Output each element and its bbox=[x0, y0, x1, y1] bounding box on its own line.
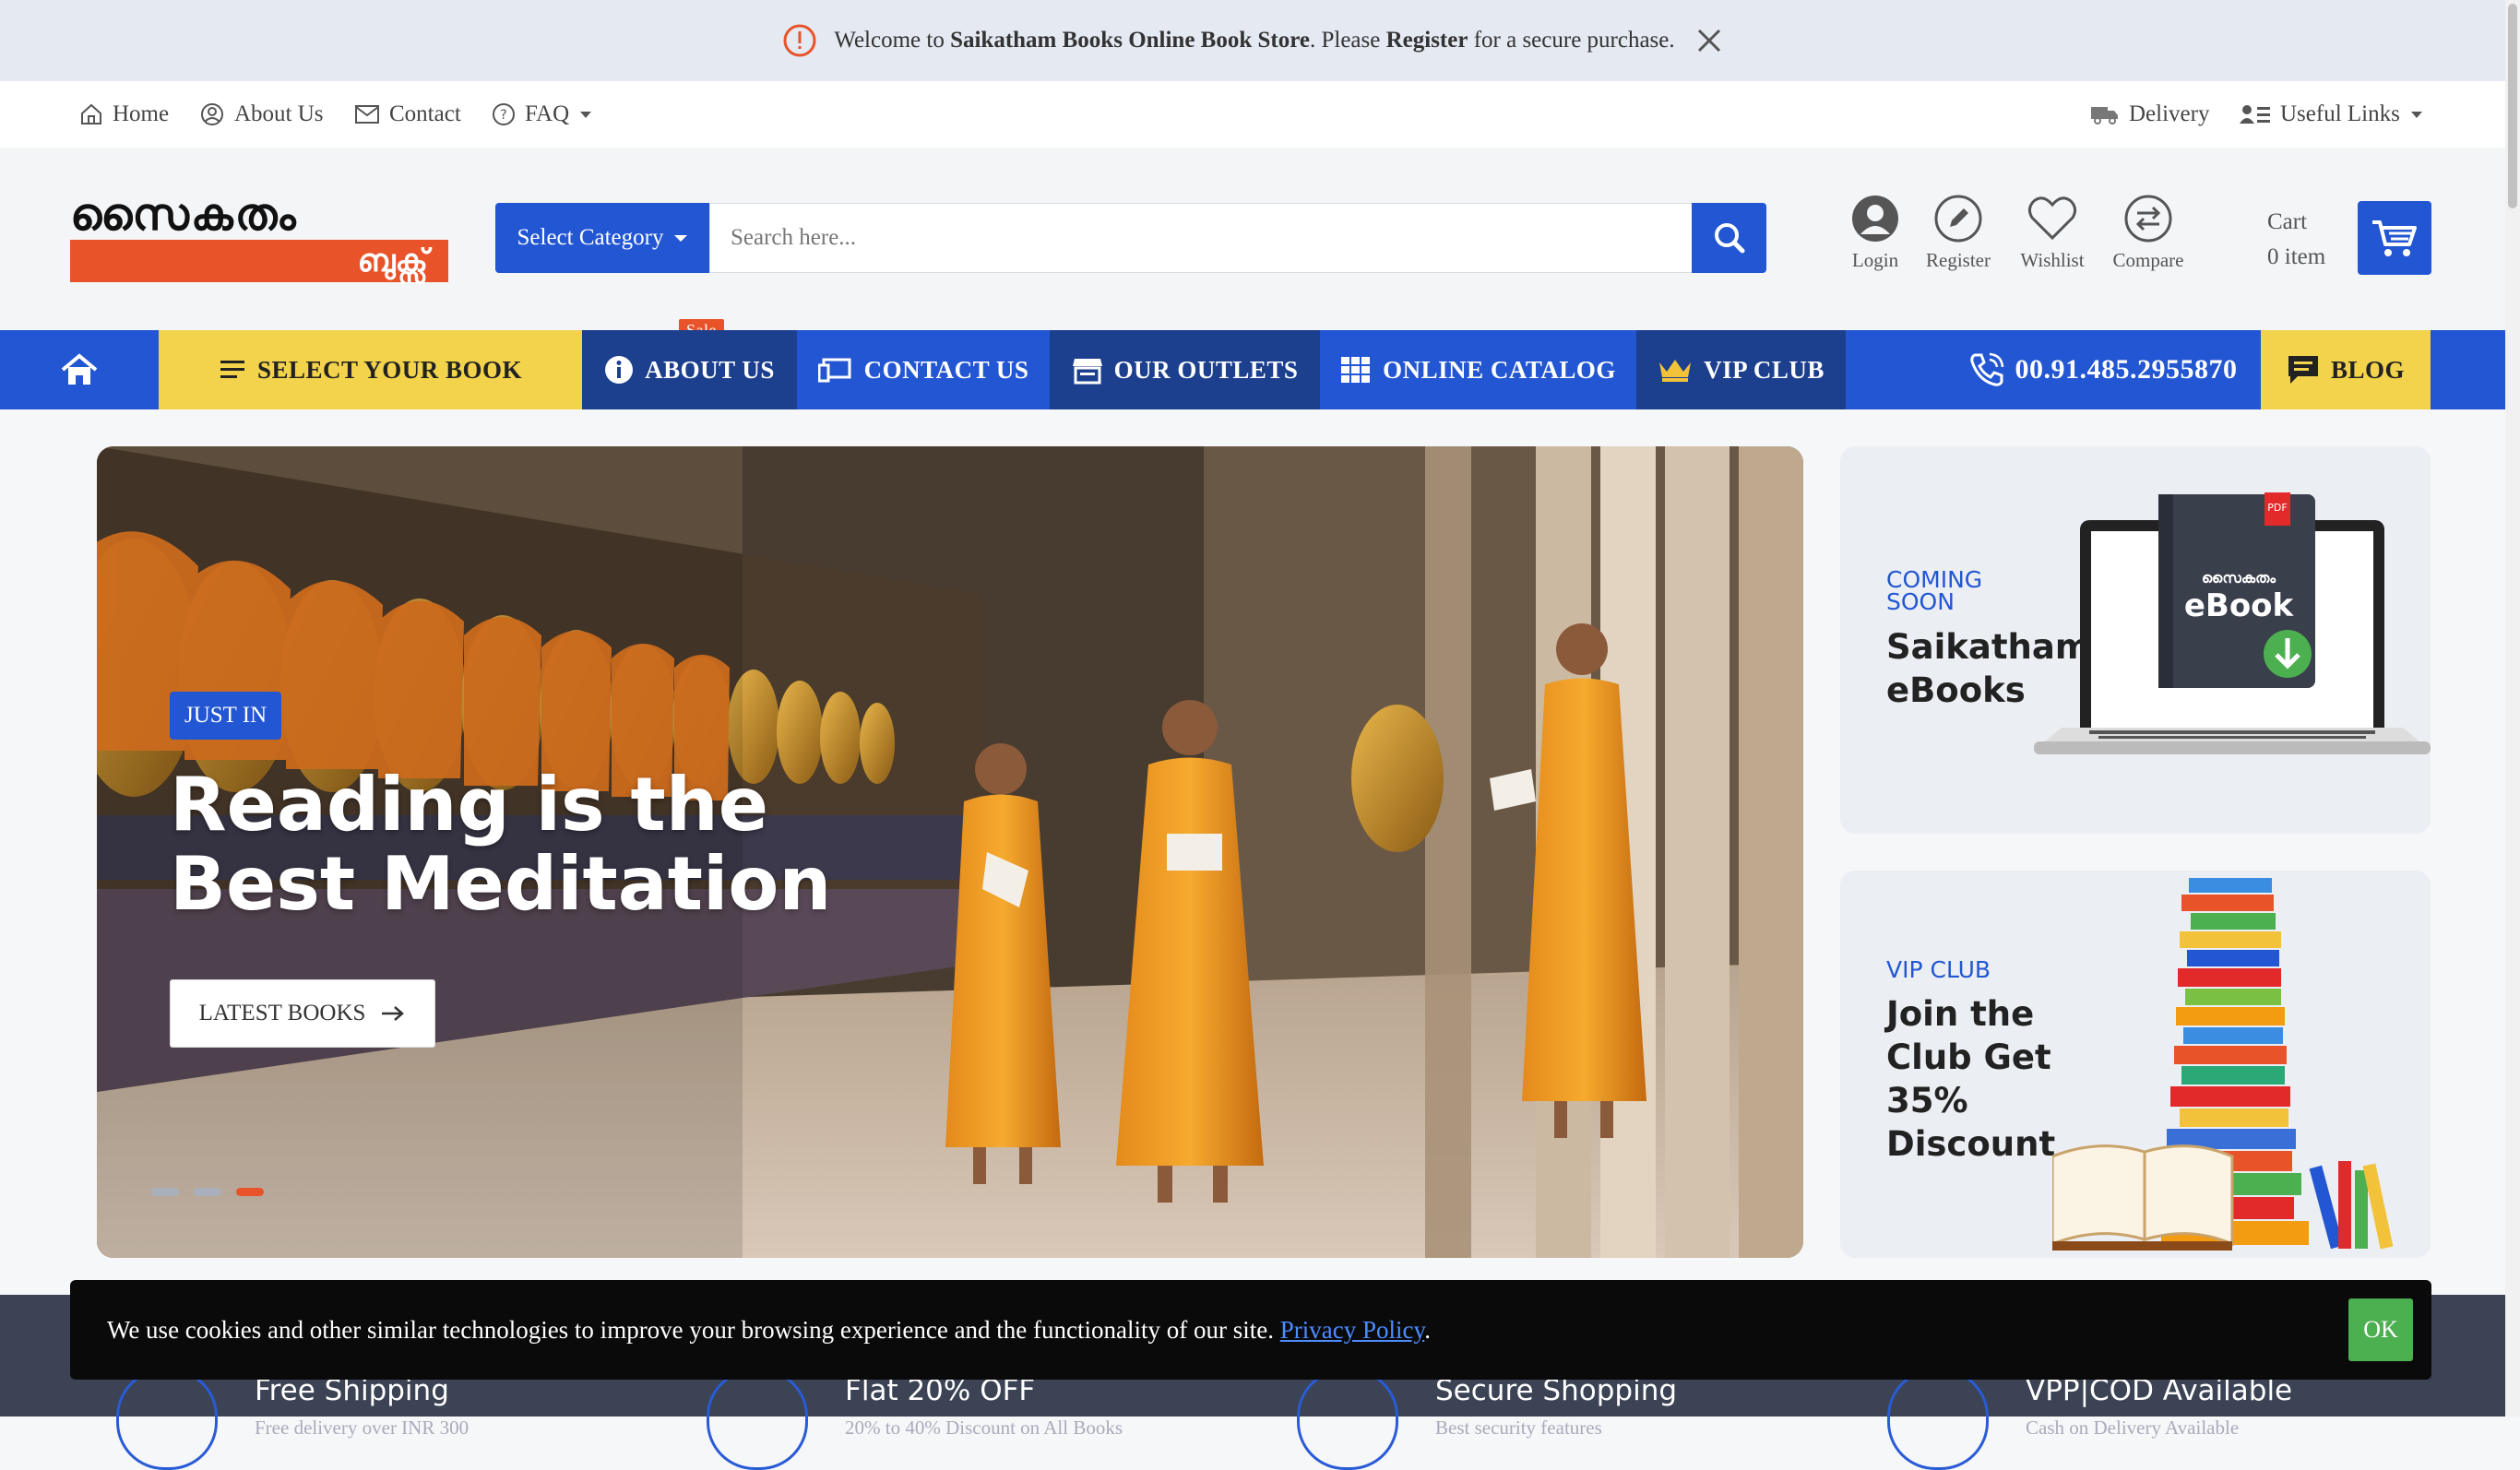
nav-select-your-book[interactable]: SELECT YOUR BOOK Sale bbox=[159, 319, 724, 409]
toplink-home[interactable]: Home bbox=[79, 81, 169, 148]
toplink-about[interactable]: About Us bbox=[199, 81, 324, 148]
cookie-consent-bar: We use cookies and other similar technol… bbox=[70, 1280, 2431, 1380]
pdf-tag: PDF bbox=[2267, 502, 2287, 514]
home-icon bbox=[61, 353, 98, 386]
heart-icon bbox=[2011, 194, 2094, 243]
store-icon bbox=[1072, 355, 1103, 385]
toplink-delivery[interactable]: Delivery bbox=[2090, 81, 2209, 148]
cookie-ok-button[interactable]: OK bbox=[2348, 1298, 2413, 1361]
main-nav: SELECT YOUR BOOK Sale ABOUT US CONTACT U… bbox=[0, 319, 2505, 409]
question-icon: ? bbox=[492, 102, 516, 126]
announcement-register-link[interactable]: Register bbox=[1386, 28, 1468, 53]
ebook-cover-text: eBook bbox=[2184, 587, 2295, 624]
nav-contact-us[interactable]: CONTACT US bbox=[797, 330, 1050, 409]
shield-icon bbox=[1297, 1369, 1398, 1470]
slider-dot-1[interactable] bbox=[151, 1188, 179, 1196]
wishlist-button[interactable]: Wishlist bbox=[2011, 194, 2094, 272]
toplink-contact[interactable]: Contact bbox=[354, 81, 461, 148]
latest-books-button[interactable]: LATEST BOOKS bbox=[170, 979, 435, 1048]
grid-icon bbox=[1340, 356, 1372, 384]
devices-icon bbox=[817, 357, 853, 383]
tag-icon bbox=[707, 1369, 808, 1470]
cart-label: Cart bbox=[2267, 209, 2308, 234]
hero-title: Reading is the Best Meditation bbox=[170, 762, 832, 927]
truck-icon bbox=[2090, 103, 2120, 125]
logo-subtext: ബുക്സ് bbox=[70, 240, 448, 282]
cookie-text: We use cookies and other similar technol… bbox=[107, 1315, 1431, 1344]
nav-home[interactable] bbox=[0, 330, 159, 409]
promo-ebooks-tag-2: SOON bbox=[1886, 588, 1955, 615]
info-icon bbox=[604, 355, 634, 385]
nav-our-outlets[interactable]: OUR OUTLETS bbox=[1050, 330, 1320, 409]
crown-icon bbox=[1658, 357, 1693, 383]
top-links-bar: Home About Us Contact ? FAQ Delivery Use… bbox=[0, 81, 2505, 148]
cart-icon bbox=[1887, 1369, 1989, 1470]
toplink-useful-links[interactable]: Useful Links bbox=[2240, 81, 2422, 148]
promo-vip-title-2: Club Get bbox=[1886, 1037, 2051, 1077]
nav-vip-club[interactable]: VIP CLUB bbox=[1636, 330, 1846, 409]
chat-icon bbox=[2287, 354, 2320, 385]
category-select[interactable]: Select Category bbox=[495, 203, 709, 273]
hero-badge: JUST IN bbox=[170, 692, 282, 740]
chevron-down-icon bbox=[2410, 111, 2422, 118]
nav-online-catalog[interactable]: ONLINE CATALOG bbox=[1320, 330, 1636, 409]
slider-dot-3[interactable] bbox=[236, 1188, 264, 1196]
compare-button[interactable]: Compare bbox=[2107, 194, 2190, 272]
announcement-bar: Welcome to Saikatham Books Online Book S… bbox=[0, 0, 2505, 81]
promo-vip-title-1: Join the bbox=[1886, 994, 2035, 1034]
arrow-right-icon bbox=[380, 1004, 406, 1023]
promo-ebooks-title-2: eBooks bbox=[1886, 670, 2026, 710]
promo-vip-club[interactable]: VIP CLUB Join the Club Get 35% Discount bbox=[1840, 871, 2431, 1258]
promo-vip-title-4: Discount bbox=[1886, 1124, 2056, 1164]
scrollbar-thumb[interactable] bbox=[2508, 4, 2517, 208]
privacy-policy-link[interactable]: Privacy Policy bbox=[1280, 1316, 1424, 1344]
laptop-ebook-illustration: PDF സൈകതം eBook bbox=[2034, 492, 2431, 797]
alert-icon bbox=[782, 23, 817, 58]
compare-icon bbox=[2107, 194, 2190, 243]
nav-about-us[interactable]: ABOUT US bbox=[582, 330, 797, 409]
svg-text:?: ? bbox=[500, 108, 506, 123]
cart-count: 0 item bbox=[2267, 244, 2326, 269]
user-icon bbox=[1834, 194, 1917, 243]
nav-phone[interactable]: 00.91.485.2955870 bbox=[1946, 330, 2260, 409]
cart-button[interactable] bbox=[2358, 201, 2431, 275]
slider-dot-2[interactable] bbox=[194, 1188, 221, 1196]
chevron-down-icon bbox=[674, 234, 688, 242]
announcement-text: Welcome to Saikatham Books Online Book S… bbox=[834, 28, 1675, 53]
home-icon bbox=[79, 102, 103, 126]
scrollbar-track[interactable] bbox=[2505, 0, 2520, 1417]
ebook-logo-text: സൈകതം bbox=[2202, 569, 2277, 587]
user-list-icon bbox=[2240, 103, 2271, 125]
user-circle-icon bbox=[199, 101, 225, 127]
close-icon[interactable] bbox=[1695, 27, 1723, 54]
promo-vip-tag: VIP CLUB bbox=[1886, 956, 1991, 983]
login-button[interactable]: Login bbox=[1834, 194, 1917, 272]
site-logo[interactable]: സൈകതം ബുക്സ് bbox=[70, 190, 448, 282]
mail-icon bbox=[354, 104, 380, 124]
truck-icon bbox=[116, 1369, 218, 1470]
cart-icon bbox=[2371, 217, 2419, 259]
menu-lines-icon bbox=[219, 358, 246, 382]
search-button[interactable] bbox=[1692, 203, 1766, 273]
pencil-icon bbox=[1917, 194, 2000, 243]
nav-blog[interactable]: BLOG bbox=[2261, 330, 2431, 409]
book-stack-illustration bbox=[2052, 871, 2431, 1258]
phone-icon bbox=[1969, 352, 2004, 387]
search-input[interactable] bbox=[709, 203, 1693, 273]
chevron-down-icon bbox=[580, 111, 592, 118]
site-header: സൈകതം ബുക്സ് Select Category Login Regis… bbox=[0, 148, 2505, 330]
register-button[interactable]: Register bbox=[1917, 194, 2000, 272]
promo-vip-title-3: 35% bbox=[1886, 1081, 1968, 1120]
search-icon bbox=[1711, 219, 1748, 256]
logo-text: സൈകതം bbox=[70, 189, 298, 241]
promo-ebooks[interactable]: COMING SOON Saikatham eBooks PDF സൈകതം e… bbox=[1840, 446, 2431, 834]
toplink-faq[interactable]: ? FAQ bbox=[492, 81, 592, 148]
cart-summary[interactable]: Cart 0 item bbox=[2267, 205, 2325, 275]
